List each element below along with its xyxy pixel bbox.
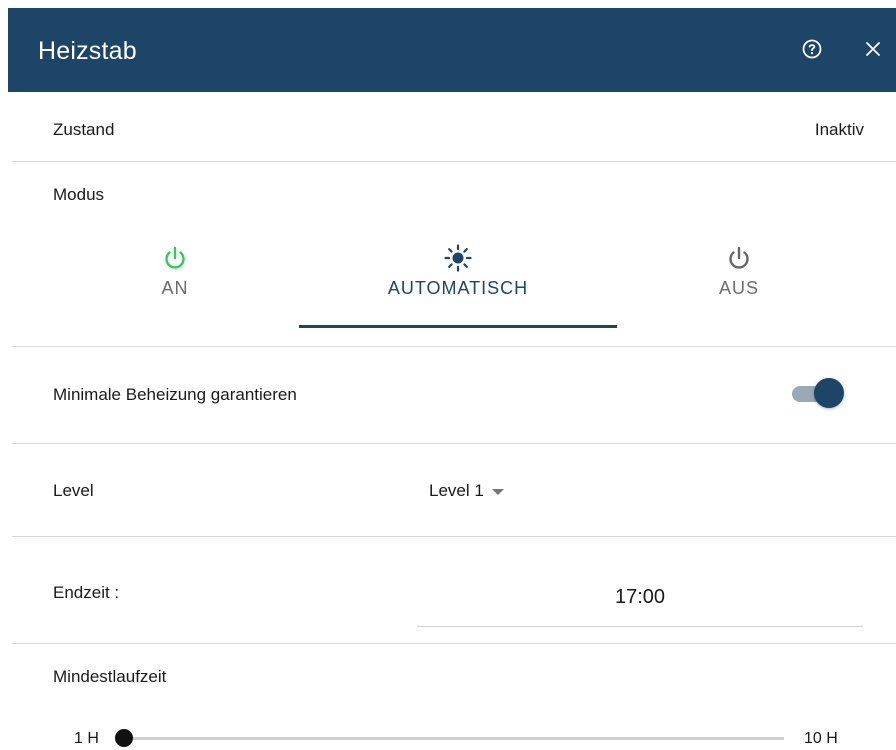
min-runtime-label: Mindestlaufzeit (53, 667, 167, 686)
mode-tab-label: AUS (718, 278, 759, 298)
mode-tab-label: AN (161, 278, 189, 298)
min-heating-toggle[interactable] (790, 378, 846, 408)
dialog-header: Heizstab (8, 8, 896, 92)
dialog-title: Heizstab (38, 37, 137, 65)
level-selected-value: Level 1 (429, 481, 484, 500)
active-tab-indicator (299, 325, 617, 328)
divider (12, 643, 896, 644)
mode-tab-an[interactable]: AN (115, 242, 235, 332)
end-time-label: Endzeit : (53, 583, 120, 602)
help-button[interactable] (800, 37, 824, 61)
power-icon (165, 246, 185, 269)
slider-max-label: 10 H (804, 730, 838, 747)
caret-down-icon (491, 488, 504, 495)
close-icon (866, 42, 880, 56)
level-dropdown[interactable]: Level 1 (429, 479, 504, 503)
heizstab-dialog: Heizstab Zustand Inaktiv Modus AN AUTOMA… (8, 8, 896, 750)
level-label: Level (53, 481, 94, 500)
divider (12, 161, 896, 162)
state-value: Inaktiv (814, 120, 864, 139)
min-heating-label: Minimale Beheizung garantieren (53, 385, 297, 404)
mode-label: Modus (53, 185, 105, 204)
close-button[interactable] (861, 37, 885, 61)
sun-icon (444, 244, 472, 272)
min-runtime-slider-track[interactable] (120, 737, 784, 740)
divider (12, 346, 896, 347)
mode-tab-aus[interactable]: AUS (679, 242, 799, 332)
divider (12, 443, 896, 444)
mode-tab-label: AUTOMATISCH (387, 278, 529, 298)
end-time-input[interactable] (417, 568, 863, 627)
divider (12, 536, 896, 537)
help-circle-icon (802, 39, 822, 59)
slider-min-label: 1 H (74, 730, 99, 747)
state-label: Zustand (53, 120, 115, 139)
mode-tab-automatisch[interactable]: AUTOMATISCH (348, 242, 568, 332)
power-icon (729, 246, 749, 269)
toggle-thumb (814, 378, 844, 408)
min-runtime-slider-thumb[interactable] (115, 729, 133, 747)
